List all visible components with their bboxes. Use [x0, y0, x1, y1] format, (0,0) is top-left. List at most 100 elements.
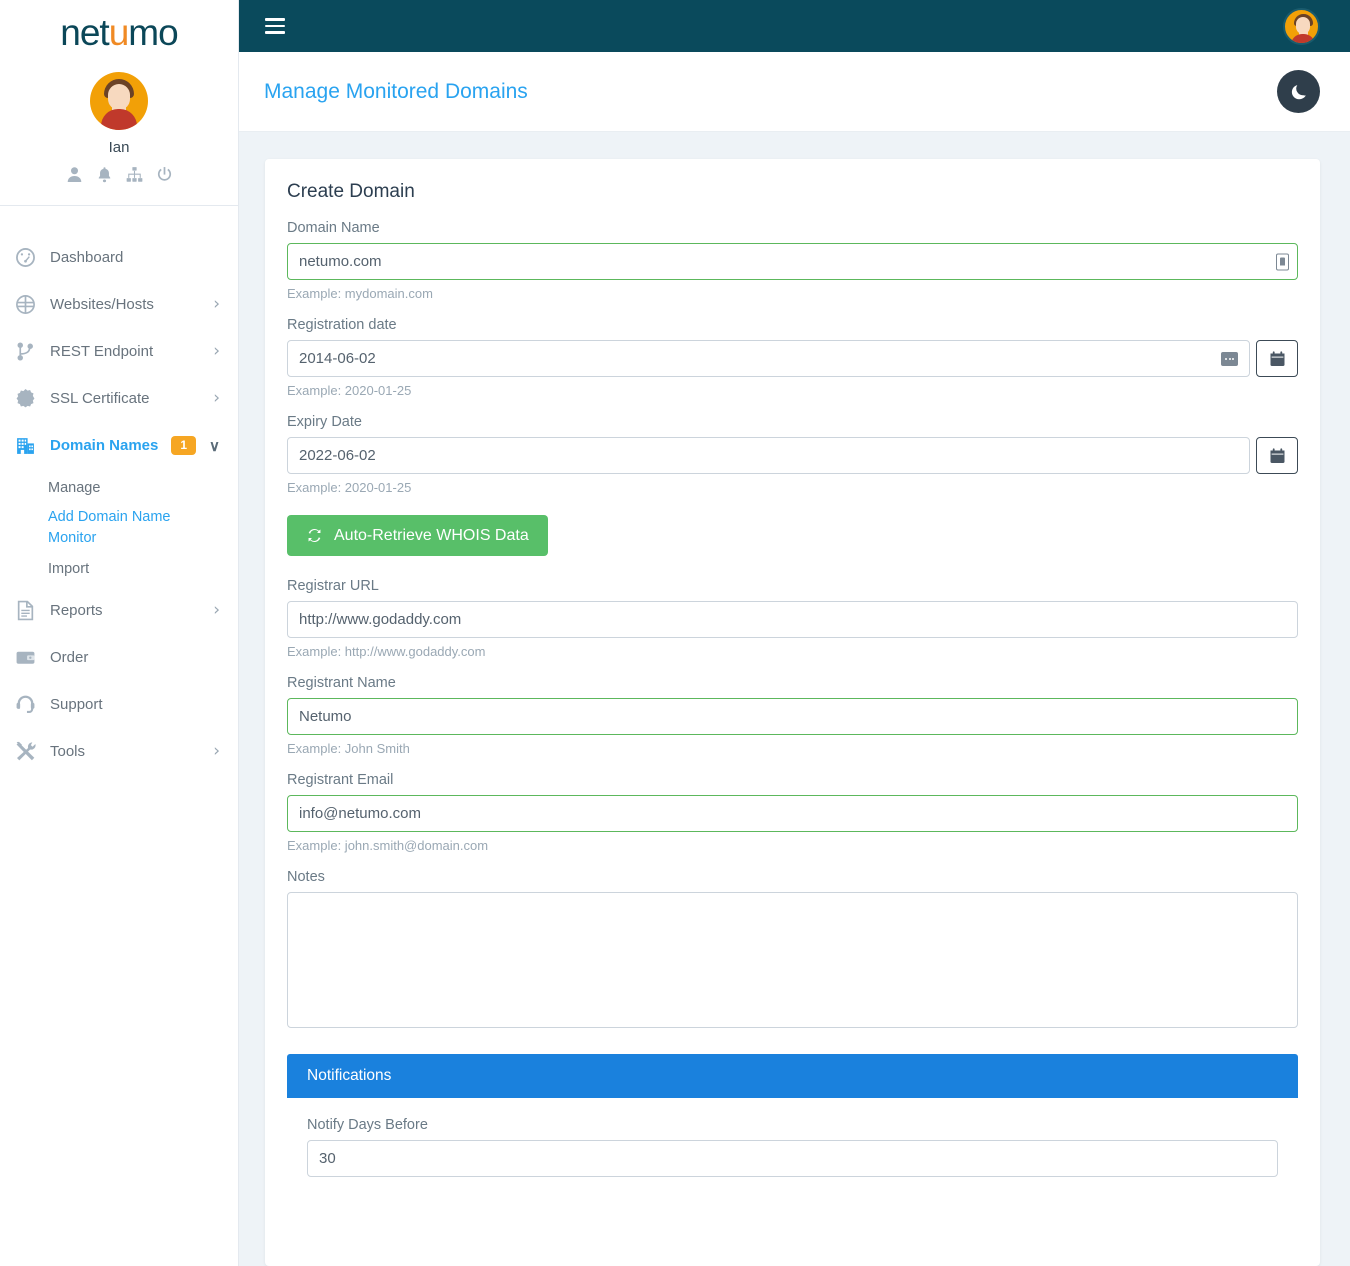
moon-icon [1291, 84, 1306, 99]
chevron-right-icon: › [213, 388, 220, 408]
dark-mode-toggle[interactable] [1277, 70, 1320, 113]
building-icon [15, 435, 43, 456]
sidebar-divider [0, 205, 238, 206]
sidebar-item-tools[interactable]: Tools › [0, 728, 238, 775]
chevron-right-icon: › [213, 341, 220, 361]
registrant-email-label: Registrant Email [287, 772, 394, 788]
registrar-url-input[interactable] [287, 601, 1298, 638]
sidebar-item-label: Dashboard [50, 249, 124, 266]
domain-name-label: Domain Name [287, 220, 380, 236]
domain-name-hint: Example: mydomain.com [287, 286, 433, 301]
field-registrant-name: Registrant Name Example: John Smith [287, 675, 1298, 756]
sidebar-item-websites-hosts[interactable]: Websites/Hosts › [0, 281, 238, 328]
sidebar-item-domain-names[interactable]: Domain Names 1 ∨ [0, 422, 238, 469]
notify-days-before-label: Notify Days Before [307, 1117, 428, 1133]
certificate-icon [15, 388, 43, 409]
brand-logo[interactable]: netumo [0, 0, 238, 56]
field-expiry-date: Expiry Date Example: 2020-01-25 [287, 414, 1298, 495]
autofill-dots-icon[interactable] [1221, 351, 1238, 366]
field-notes: Notes [287, 869, 1298, 1033]
chevron-right-icon: › [213, 600, 220, 620]
sitemap-icon[interactable] [126, 166, 143, 188]
status-badge: 1 [171, 435, 197, 456]
refresh-icon [308, 529, 321, 542]
registrant-email-hint: Example: john.smith@domain.com [287, 838, 489, 853]
sidebar-subitem-add-domain-name-monitor[interactable]: Add Domain Name Monitor [0, 506, 238, 550]
calendar-icon [1270, 447, 1284, 463]
power-icon[interactable] [156, 166, 173, 188]
chevron-down-icon: ∨ [209, 437, 220, 455]
password-manager-icon[interactable] [1276, 253, 1289, 270]
expiry-date-hint: Example: 2020-01-25 [287, 480, 412, 495]
headset-icon [15, 694, 43, 715]
sidebar-item-support[interactable]: Support [0, 681, 238, 728]
sidebar-item-label: Websites/Hosts [50, 296, 154, 313]
main-area: Manage Monitored Domains Create Domain D… [239, 0, 1350, 1266]
registrant-name-input[interactable] [287, 698, 1298, 735]
content-scroll-area: Create Domain Domain Name Example: mydom… [239, 132, 1350, 1266]
hamburger-menu-icon[interactable] [265, 14, 285, 38]
profile-icon[interactable] [66, 166, 83, 188]
registrant-email-input[interactable] [287, 795, 1298, 832]
sidebar-subitem-label: Manage [48, 479, 101, 496]
field-notify-days-before: Notify Days Before [307, 1117, 1278, 1177]
notifications-panel-title: Notifications [287, 1054, 1298, 1098]
sidebar-subitem-import[interactable]: Import [0, 550, 238, 587]
registration-date-calendar-button[interactable] [1256, 340, 1298, 377]
dashboard-icon [15, 247, 43, 268]
sidebar-item-label: REST Endpoint [50, 343, 154, 360]
brand-logo-text: netumo [60, 12, 178, 54]
registrar-url-label: Registrar URL [287, 578, 379, 594]
registrant-name-hint: Example: John Smith [287, 741, 410, 756]
page-title: Manage Monitored Domains [264, 79, 528, 103]
page-header: Manage Monitored Domains [239, 52, 1350, 132]
report-icon [15, 600, 43, 621]
sidebar-subitem-manage[interactable]: Manage [0, 469, 238, 506]
field-registrant-email: Registrant Email Example: john.smith@dom… [287, 772, 1298, 853]
registration-date-hint: Example: 2020-01-25 [287, 383, 412, 398]
app-root: netumo Ian Dashboard Websites/Hosts › RE… [0, 0, 1350, 1266]
topbar [239, 0, 1350, 52]
brand-part-2: mo [128, 12, 178, 53]
sidebar-item-reports[interactable]: Reports › [0, 587, 238, 634]
sidebar-item-label: Support [50, 696, 103, 713]
sidebar-item-label: Reports [50, 602, 103, 619]
expiry-date-input[interactable] [287, 437, 1250, 474]
expiry-date-calendar-button[interactable] [1256, 437, 1298, 474]
field-registrar-url: Registrar URL Example: http://www.godadd… [287, 578, 1298, 659]
avatar[interactable] [90, 72, 148, 130]
brand-flame-letter: u [108, 12, 130, 53]
sidebar-profile: Ian [0, 56, 238, 218]
code-branch-icon [15, 341, 43, 362]
sidebar-item-label: SSL Certificate [50, 390, 150, 407]
sidebar-item-label: Order [50, 649, 89, 666]
auto-retrieve-whois-button[interactable]: Auto-Retrieve WHOIS Data [287, 515, 548, 556]
registration-date-label: Registration date [287, 317, 397, 333]
brand-part-1: net [60, 12, 109, 53]
sidebar-subitem-label: Import [48, 560, 90, 577]
tools-icon [15, 741, 43, 762]
sidebar-item-order[interactable]: Order [0, 634, 238, 681]
sidebar-item-dashboard[interactable]: Dashboard [0, 234, 238, 281]
field-domain-name: Domain Name Example: mydomain.com [287, 220, 1298, 301]
sidebar-item-label: Domain Names [50, 437, 159, 454]
wallet-icon [15, 647, 43, 668]
expiry-date-label: Expiry Date [287, 414, 362, 430]
sidebar-item-rest-endpoint[interactable]: REST Endpoint › [0, 328, 238, 375]
notes-textarea[interactable] [287, 892, 1298, 1028]
profile-icon-row [0, 166, 238, 188]
sidebar-nav: Dashboard Websites/Hosts › REST Endpoint… [0, 218, 238, 775]
globe-icon [15, 294, 43, 315]
card-title: Create Domain [287, 181, 415, 202]
notifications-bell-icon[interactable] [96, 166, 113, 188]
topbar-avatar[interactable] [1283, 7, 1320, 45]
registration-date-input[interactable] [287, 340, 1250, 377]
create-domain-card: Create Domain Domain Name Example: mydom… [265, 159, 1320, 1266]
notify-days-before-input[interactable] [307, 1140, 1278, 1177]
sidebar-item-ssl-certificate[interactable]: SSL Certificate › [0, 375, 238, 422]
sidebar-item-label: Tools [50, 743, 86, 760]
domain-name-input[interactable] [287, 243, 1298, 280]
sidebar: netumo Ian Dashboard Websites/Hosts › RE… [0, 0, 239, 1266]
chevron-right-icon: › [213, 294, 220, 314]
notes-label: Notes [287, 869, 325, 885]
